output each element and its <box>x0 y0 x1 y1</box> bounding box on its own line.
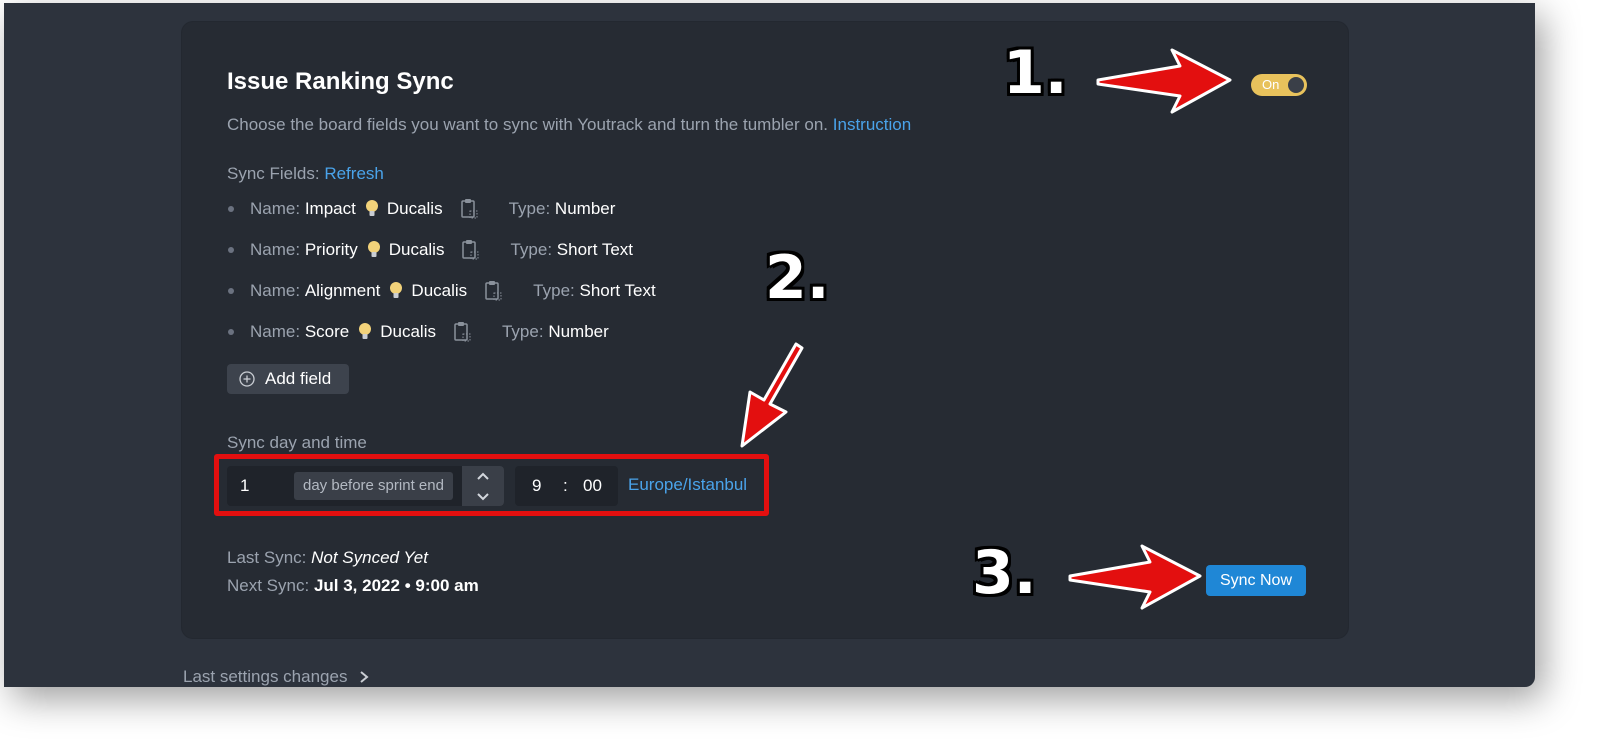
sync-day-label: Sync day and time <box>227 433 367 452</box>
next-sync-dot: • <box>404 576 411 595</box>
clipboard-icon[interactable] <box>483 280 503 302</box>
sync-now-button[interactable]: Sync Now <box>1206 565 1306 596</box>
instruction-link[interactable]: Instruction <box>833 115 911 134</box>
plus-circle-icon <box>239 371 255 387</box>
annotation-marker-2: 2. <box>765 243 830 313</box>
annotation-highlight-box <box>214 454 769 516</box>
last-settings-changes-link[interactable]: Last settings changes <box>183 667 370 687</box>
toggle-knob <box>1288 77 1304 93</box>
add-field-label: Add field <box>265 369 332 388</box>
lightbulb-icon <box>367 241 380 257</box>
description-text: Choose the board fields you want to sync… <box>227 115 829 134</box>
lightbulb-icon <box>390 282 403 298</box>
field-type: Number <box>554 199 616 218</box>
next-sync-status: Next Sync: Jul 3, 2022 • 9:00 am <box>227 576 479 596</box>
type-label: Type: <box>508 199 551 218</box>
type-label: Type: <box>501 322 544 341</box>
lightbulb-icon <box>365 200 378 216</box>
next-sync-time: 9:00 am <box>415 576 479 595</box>
next-sync-label: Next Sync: <box>227 576 310 595</box>
chevron-right-icon <box>360 671 370 683</box>
name-label: Name: <box>250 240 301 259</box>
sync-toggle[interactable]: On <box>1251 74 1307 96</box>
field-name: Alignment <box>304 281 381 300</box>
field-name: Priority <box>304 240 358 259</box>
last-sync-value: Not Synced Yet <box>311 548 428 567</box>
field-name: Impact <box>304 199 356 218</box>
name-label: Name: <box>250 281 301 300</box>
add-field-button[interactable]: Add field <box>227 364 349 394</box>
last-sync-status: Last Sync: Not Synced Yet <box>227 548 428 568</box>
bullet <box>228 288 234 294</box>
bullet <box>228 247 234 253</box>
card-description: Choose the board fields you want to sync… <box>227 115 911 135</box>
sync-fields-label: Sync Fields: <box>227 164 320 183</box>
field-source: Ducalis <box>388 240 445 259</box>
sync-fields-header: Sync Fields: Refresh <box>227 164 384 184</box>
field-type: Short Text <box>579 281 656 300</box>
field-source: Ducalis <box>386 199 443 218</box>
refresh-link[interactable]: Refresh <box>324 164 384 183</box>
bullet <box>228 329 234 335</box>
name-label: Name: <box>250 199 301 218</box>
list-item: Name: Impact Ducalis Type: Number <box>228 197 615 221</box>
clipboard-icon[interactable] <box>459 198 479 220</box>
field-source: Ducalis <box>411 281 468 300</box>
next-sync-date: Jul 3, 2022 <box>313 576 400 595</box>
clipboard-icon[interactable] <box>452 321 472 343</box>
name-label: Name: <box>250 322 301 341</box>
card-title: Issue Ranking Sync <box>227 68 454 95</box>
field-source: Ducalis <box>380 322 436 341</box>
list-item: Name: Alignment Ducalis Type: Short Text <box>228 279 656 303</box>
type-label: Type: <box>510 240 553 259</box>
lightbulb-icon <box>359 323 372 339</box>
field-type: Short Text <box>556 240 634 259</box>
annotation-marker-1: 1. <box>1003 38 1068 108</box>
clipboard-icon[interactable] <box>460 239 480 261</box>
field-type: Number <box>548 322 609 341</box>
type-label: Type: <box>533 281 575 300</box>
last-settings-label: Last settings changes <box>183 667 348 686</box>
bullet <box>228 206 234 212</box>
last-sync-label: Last Sync: <box>227 548 307 567</box>
list-item: Name: Priority Ducalis Type: Short Text <box>228 238 633 262</box>
list-item: Name: Score Ducalis Type: Number <box>228 320 609 344</box>
toggle-label: On <box>1262 77 1280 92</box>
field-name: Score <box>304 322 350 341</box>
annotation-marker-3: 3. <box>972 538 1037 608</box>
